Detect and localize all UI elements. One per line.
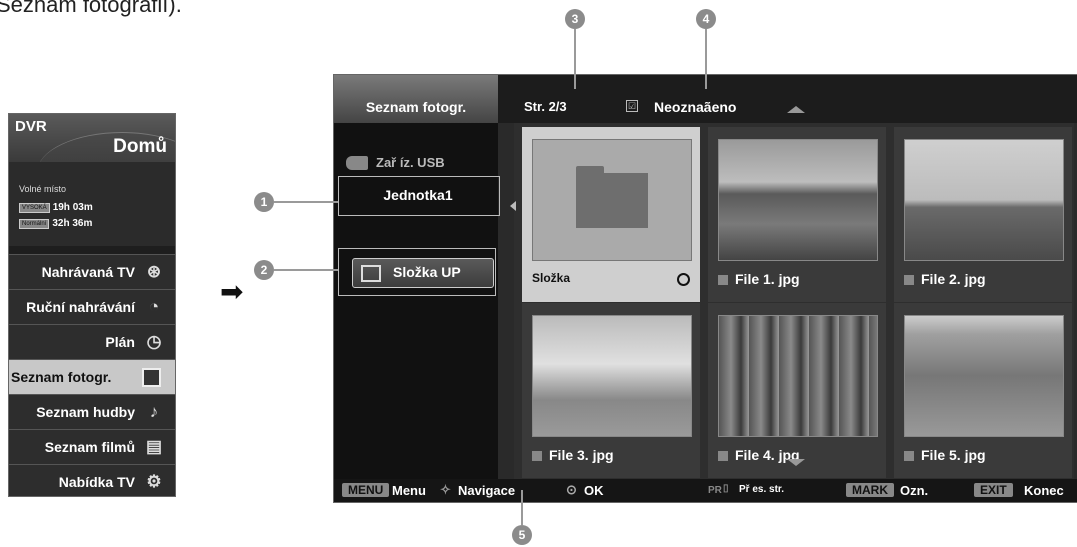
photo-thumbnail xyxy=(532,315,692,437)
exit-key[interactable]: EXIT xyxy=(974,483,1013,497)
grid-cell-photo[interactable]: File 3. jpg xyxy=(522,303,700,478)
page-change-label: Př es. str. xyxy=(739,484,785,495)
scroll-up-icon[interactable] xyxy=(787,106,805,113)
pr-key[interactable]: PR xyxy=(708,485,722,496)
quality-tag: VYSOKÁ xyxy=(19,202,50,213)
callout-2: 2 xyxy=(254,260,274,280)
screen-title: Seznam fotogr. xyxy=(365,99,467,115)
cell-label: File 2. jpg xyxy=(921,271,986,287)
menu-item-label: Seznam hudby xyxy=(36,404,135,420)
bottom-bar: MENU Menu ✧ Navigace ⊙ OK PR ▯ Př es. st… xyxy=(334,479,1077,502)
photo-thumbnail xyxy=(718,315,878,437)
menu-item-schedule[interactable]: Plán ◷ xyxy=(9,324,175,359)
gears-icon: ⚙ xyxy=(146,472,162,491)
free-space-time: 32h 36m xyxy=(52,218,93,229)
free-space-high: VYSOKÁ 19h 03m xyxy=(19,202,93,213)
grid-cell-folder[interactable]: Složka xyxy=(522,127,700,302)
ok-label: OK xyxy=(584,483,604,498)
checkbox-icon[interactable] xyxy=(904,451,914,461)
callout-line xyxy=(521,490,523,525)
free-space-title: Volné místo xyxy=(19,184,67,194)
photo-thumbnail xyxy=(904,315,1064,437)
menu-item-recorded-tv[interactable]: Nahrávaná TV ⊛ xyxy=(9,254,175,289)
menu-item-label: Plán xyxy=(105,334,135,350)
photo-list-screen: Seznam fotogr. Str. 2/3 ☑ Neoznaãeno Zař… xyxy=(333,74,1077,503)
menu-item-label: Nabídka TV xyxy=(58,474,135,490)
page-indicator: Str. 2/3 xyxy=(524,99,567,114)
up-folder-label: Složka UP xyxy=(393,264,461,280)
free-space-time: 19h 03m xyxy=(52,202,93,213)
callout-3: 3 xyxy=(565,9,585,29)
photo-thumbnail xyxy=(904,139,1064,261)
intro-text: Seznam fotografií). xyxy=(0,0,182,17)
photo-icon xyxy=(142,368,161,387)
scroll-left-icon[interactable] xyxy=(510,201,516,211)
folder-thumbnail xyxy=(532,139,692,261)
menu-item-label: Nahrávaná TV xyxy=(41,264,135,280)
quality-tag: Normální xyxy=(19,218,50,229)
movie-icon: ▤ xyxy=(145,437,163,456)
navigation-icon: ✧ xyxy=(440,482,451,497)
cell-label: Složka xyxy=(532,271,571,285)
usb-device-label: Zař íz. USB xyxy=(376,155,445,170)
checkbox-icon[interactable] xyxy=(904,275,914,285)
pr-key-icon: ▯ xyxy=(723,483,729,494)
pointer-arrow-icon: ➡ xyxy=(220,276,244,307)
menu-item-label: Ruční nahrávání xyxy=(26,299,135,315)
menu-item-label: Seznam fotogr. xyxy=(11,369,112,385)
ok-icon: ⊙ xyxy=(566,482,577,497)
music-note-icon: ♪ xyxy=(149,402,159,421)
callout-line xyxy=(274,269,338,271)
film-reel-icon: ⊛ xyxy=(146,262,162,281)
photo-thumbnail xyxy=(718,139,878,261)
mark-key-label: Ozn. xyxy=(900,483,929,498)
menu-item-movie-list[interactable]: Seznam filmů ▤ xyxy=(9,429,175,464)
callout-line xyxy=(705,29,707,89)
menu-key[interactable]: MENU xyxy=(342,483,390,497)
unmarked-label: Neoznaãeno xyxy=(654,99,737,115)
scroll-down-icon[interactable] xyxy=(787,459,805,466)
menu-key-label: Menu xyxy=(392,483,426,498)
navigation-label: Navigace xyxy=(458,483,516,498)
callout-line xyxy=(274,201,338,203)
clock-record-icon: ◔ xyxy=(148,297,160,316)
free-space-normal: Normální 32h 36m xyxy=(19,218,92,229)
menu-item-music-list[interactable]: Seznam hudby ♪ xyxy=(9,394,175,429)
home-label[interactable]: Domů xyxy=(113,136,167,158)
grid-cell-photo[interactable]: File 1. jpg xyxy=(708,127,886,302)
checkbox-icon[interactable] xyxy=(718,275,728,285)
schedule-clock-icon: ◷ xyxy=(146,332,162,351)
ok-icon xyxy=(677,273,690,286)
menu-item-manual-recording[interactable]: Ruční nahrávání ◔ xyxy=(9,289,175,324)
menu-item-label: Seznam filmů xyxy=(44,439,135,455)
checkbox-icon: ☑ xyxy=(626,100,638,112)
dvr-menu: DVR Domů Volné místo VYSOKÁ 19h 03m Norm… xyxy=(8,113,176,497)
callout-5: 5 xyxy=(512,525,532,545)
mark-key[interactable]: MARK xyxy=(846,483,894,497)
folder-up-icon xyxy=(361,265,381,282)
usb-icon xyxy=(346,156,368,170)
callout-1: 1 xyxy=(254,192,274,212)
callout-4: 4 xyxy=(696,9,716,29)
cell-label: File 5. jpg xyxy=(921,447,986,463)
up-folder-button[interactable]: Složka UP xyxy=(352,258,494,288)
checkbox-icon[interactable] xyxy=(532,451,542,461)
grid-cell-photo[interactable]: File 2. jpg xyxy=(894,127,1072,302)
drive-label: Jednotka1 xyxy=(383,187,453,203)
checkbox-icon[interactable] xyxy=(718,451,728,461)
callout-line xyxy=(574,29,576,89)
grid-cell-photo[interactable]: File 5. jpg xyxy=(894,303,1072,478)
menu-item-photo-list[interactable]: Seznam fotogr. xyxy=(9,359,175,394)
exit-key-label: Konec xyxy=(1024,483,1064,498)
menu-item-tv-menu[interactable]: Nabídka TV ⚙ xyxy=(9,464,175,496)
cell-label: File 3. jpg xyxy=(549,447,614,463)
grid-cell-photo[interactable]: File 4. jpg xyxy=(708,303,886,478)
dvr-label: DVR xyxy=(15,118,47,135)
cell-label: File 1. jpg xyxy=(735,271,800,287)
